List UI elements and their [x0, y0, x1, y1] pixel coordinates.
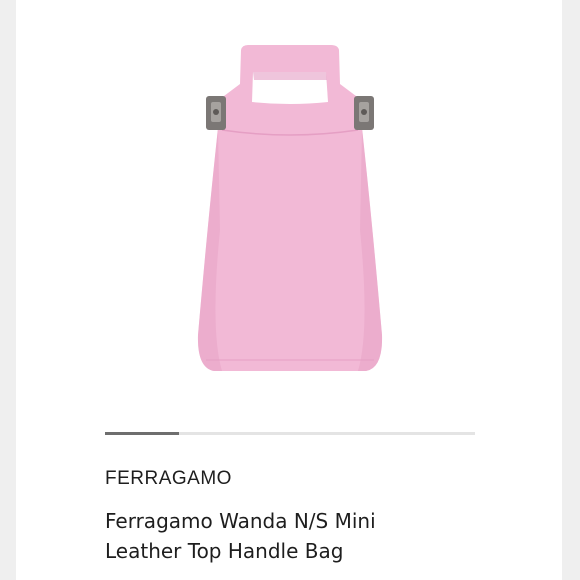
right-edge	[562, 0, 580, 580]
product-title-line-1: Ferragamo Wanda N/S Mini	[105, 509, 376, 533]
product-title-line-2: Leather Top Handle Bag	[105, 539, 344, 563]
product-image[interactable]	[150, 30, 430, 400]
bag-image-icon	[197, 45, 383, 371]
brand-name: FERRAGAMO	[105, 468, 232, 489]
product-page: FERRAGAMO Ferragamo Wanda N/S Mini Leath…	[0, 0, 580, 580]
product-title: Ferragamo Wanda N/S Mini Leather Top Han…	[105, 506, 485, 566]
gallery-progress-fill	[105, 432, 179, 435]
left-edge	[0, 0, 16, 580]
gallery-progress-bar	[105, 432, 475, 435]
